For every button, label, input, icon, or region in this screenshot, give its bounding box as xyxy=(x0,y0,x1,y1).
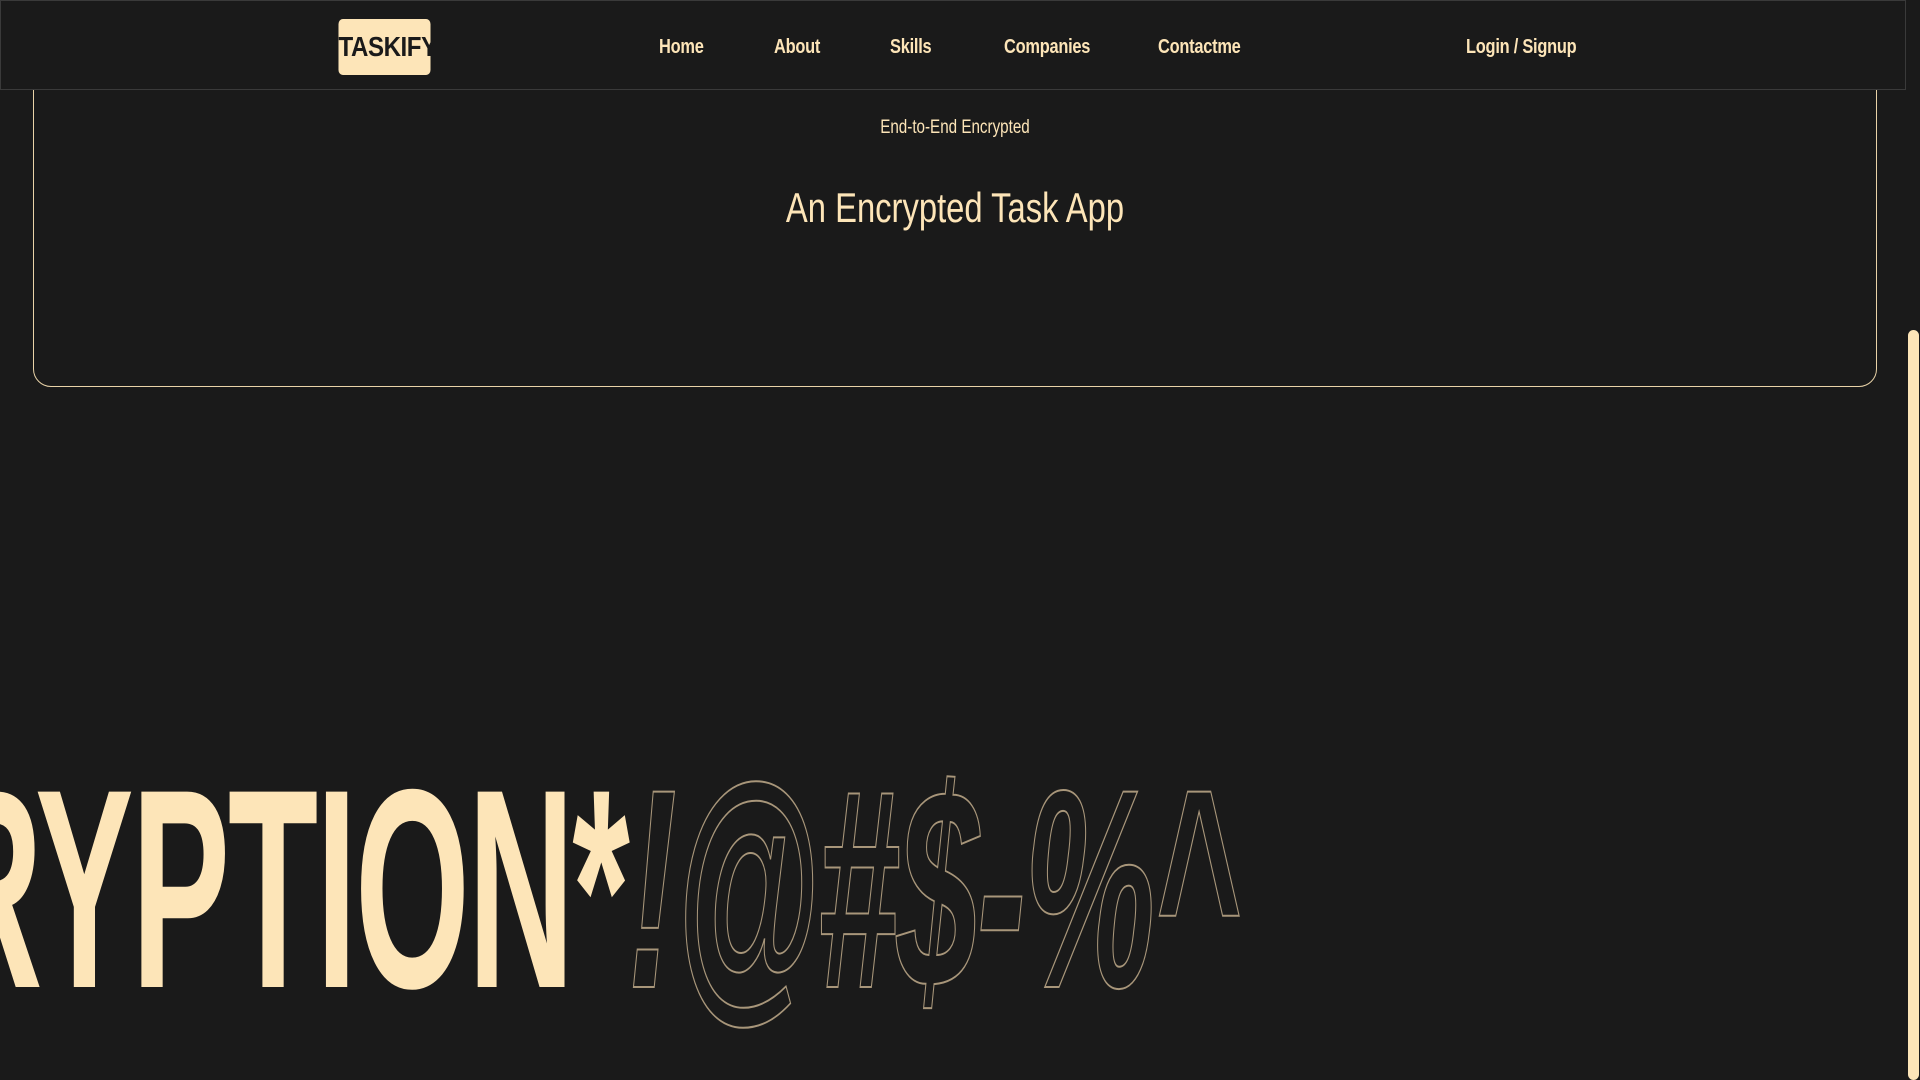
hero-subtitle: End-to-End Encrypted xyxy=(880,117,1030,138)
encryption-marquee: RYPTION*!@#$-%^ xyxy=(0,740,1900,1040)
marquee-solid-text: RYPTION* xyxy=(0,740,630,1040)
nav-link-about[interactable]: About xyxy=(774,1,820,91)
nav-links: Home About Skills Companies Contactme Lo… xyxy=(1,1,1905,91)
nav-link-skills[interactable]: Skills xyxy=(890,1,932,91)
nav-link-contact[interactable]: Contactme xyxy=(1158,1,1241,91)
scrollbar-track[interactable] xyxy=(1906,0,1920,1080)
page: End-to-End Encrypted An Encrypted Task A… xyxy=(0,0,1920,1080)
nav-link-companies[interactable]: Companies xyxy=(1004,1,1090,91)
marquee-line: RYPTION*!@#$-%^ xyxy=(0,740,1240,1040)
scrollbar-thumb[interactable] xyxy=(1908,330,1919,1080)
login-signup-link[interactable]: Login / Signup xyxy=(1466,1,1577,91)
marquee-outline-text: !@#$-%^ xyxy=(627,740,1240,1040)
nav-link-home[interactable]: Home xyxy=(659,1,704,91)
hero-title: An Encrypted Task App xyxy=(785,184,1125,231)
navbar: TASKIFY Home About Skills Companies Cont… xyxy=(0,0,1906,90)
